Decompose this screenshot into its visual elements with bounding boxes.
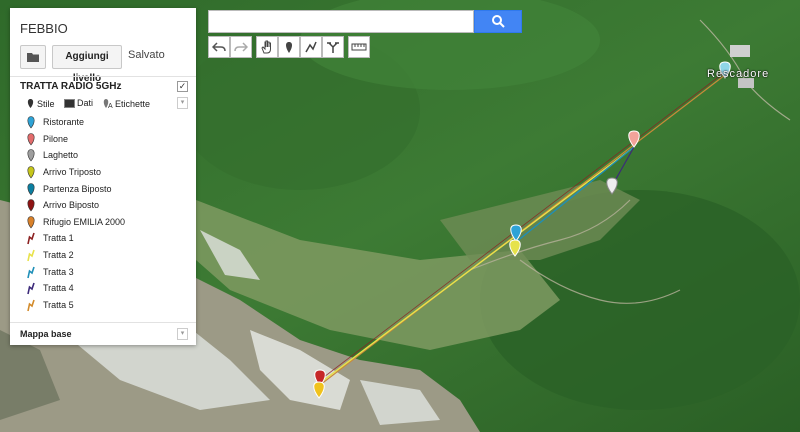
style-option[interactable]: Stile (26, 98, 55, 109)
undo-button[interactable] (208, 36, 230, 58)
labels-option-label: Etichette (115, 98, 151, 109)
saved-status: Salvato (128, 49, 165, 61)
list-item[interactable]: Tratta 5 (26, 297, 125, 314)
list-item[interactable]: Pilone (26, 131, 125, 148)
svg-text:A: A (108, 103, 113, 109)
search-button[interactable] (474, 10, 522, 33)
marker-icon (27, 199, 35, 212)
map-title[interactable]: FEBBIO (20, 21, 68, 36)
line-icon (27, 233, 35, 245)
marker-icon (27, 166, 35, 179)
list-item[interactable]: Tratta 2 (26, 247, 125, 264)
list-item[interactable]: Arrivo Biposto (26, 197, 125, 214)
list-item[interactable]: Rifugio EMILIA 2000 (26, 214, 125, 231)
building (730, 45, 750, 57)
divider (10, 322, 196, 323)
paint-icon (27, 99, 34, 108)
list-item[interactable]: Arrivo Triposto (26, 164, 125, 181)
map-toolbar (208, 36, 370, 58)
draw-line-button[interactable] (300, 36, 322, 58)
redo-icon (234, 42, 248, 52)
marker-icon (27, 116, 35, 129)
draw-line-icon (305, 41, 317, 53)
measure-button[interactable] (348, 36, 370, 58)
basemap-title[interactable]: Mappa base (20, 329, 72, 339)
data-option[interactable]: Dati (64, 98, 93, 108)
basemap-dropdown[interactable]: ▾ (177, 328, 188, 340)
search-input[interactable] (208, 10, 474, 33)
table-icon (64, 98, 75, 108)
layers-panel: FEBBIO Aggiungi livello Salvato TRATTA R… (10, 8, 196, 345)
layer-title[interactable]: TRATTA RADIO 5GHz (20, 81, 121, 92)
data-option-label: Dati (77, 98, 94, 108)
marker-icon (27, 216, 35, 229)
label-icon: A (103, 99, 113, 109)
list-item[interactable]: Laghetto (26, 147, 125, 164)
marker-icon (27, 149, 35, 162)
marker-icon (27, 182, 35, 196)
layer-items-list: Ristorante Pilone Laghetto Arrivo Tripos… (26, 114, 125, 313)
search-icon (492, 15, 505, 28)
pan-tool-button[interactable] (256, 36, 278, 58)
divider (10, 76, 196, 77)
marker-icon (27, 133, 35, 146)
hand-icon (261, 40, 271, 54)
map-place-label: Rescadore (707, 68, 770, 80)
list-item[interactable]: Tratta 1 (26, 230, 125, 247)
layer-options-dropdown[interactable]: ▾ (177, 97, 188, 109)
layer-visibility-checkbox[interactable]: ✓ (177, 81, 188, 92)
add-marker-icon (286, 42, 292, 53)
directions-icon (327, 42, 339, 53)
undo-icon (212, 42, 226, 52)
folder-icon (27, 53, 39, 62)
line-icon (27, 266, 35, 278)
style-option-label: Stile (37, 98, 55, 109)
open-folder-button[interactable] (20, 45, 46, 69)
directions-button[interactable] (322, 36, 344, 58)
list-item[interactable]: Tratta 4 (26, 280, 125, 297)
ruler-icon (351, 43, 367, 51)
list-item[interactable]: Partenza Biposto (26, 180, 125, 197)
list-item[interactable]: Tratta 3 (26, 263, 125, 280)
add-layer-button[interactable]: Aggiungi livello (52, 45, 122, 84)
add-marker-button[interactable] (278, 36, 300, 58)
line-icon (27, 282, 35, 295)
redo-button[interactable] (230, 36, 252, 58)
labels-option[interactable]: A Etichette (102, 98, 150, 109)
line-icon (27, 249, 35, 262)
line-icon (27, 299, 35, 311)
list-item[interactable]: Ristorante (26, 114, 125, 131)
